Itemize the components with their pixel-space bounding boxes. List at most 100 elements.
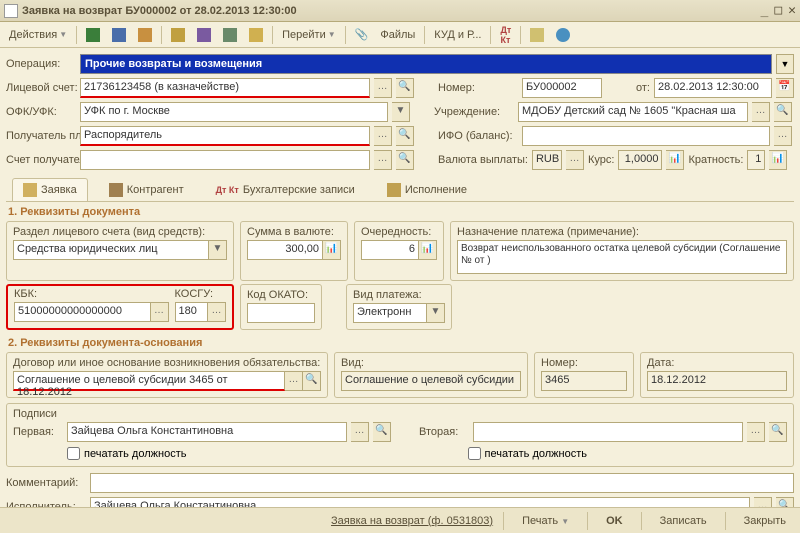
tabs: Заявка Контрагент Дт КтБухгалтерские зап…: [6, 176, 794, 202]
kosgu-select[interactable]: …: [208, 302, 226, 322]
payee-open[interactable]: 🔍: [396, 126, 414, 146]
okato-field[interactable]: [247, 303, 315, 323]
dtkt-icon[interactable]: ДтКт: [495, 22, 516, 48]
kbk-select[interactable]: …: [151, 302, 169, 322]
currency-field: RUB: [532, 150, 562, 170]
toolbar-icon-2[interactable]: [107, 25, 131, 45]
kbk-field[interactable]: 51000000000000000: [14, 302, 151, 322]
maximize-button[interactable]: □: [774, 3, 782, 18]
close-button[interactable]: ✕: [788, 3, 796, 18]
ofk-dropdown[interactable]: ▼: [392, 102, 410, 122]
account-field[interactable]: 21736123458 (в казначействе): [80, 78, 370, 98]
payee-field[interactable]: Распорядитель: [80, 126, 370, 146]
attach-icon[interactable]: 📎: [350, 25, 374, 44]
files-button[interactable]: Файлы: [375, 26, 420, 44]
payee-acc-label: Счет получателя:: [6, 155, 76, 166]
kosgu-field[interactable]: 180: [175, 302, 209, 322]
actions-menu[interactable]: Действия ▼: [4, 26, 72, 44]
tab-request[interactable]: Заявка: [12, 178, 88, 201]
kud-button[interactable]: КУД и Р...: [429, 26, 486, 44]
basis-select[interactable]: …: [285, 371, 303, 391]
toolbar-icon-6[interactable]: [218, 25, 242, 45]
print-pos2-checkbox[interactable]: [468, 447, 481, 460]
number-field[interactable]: БУ000002: [522, 78, 602, 98]
payee-select[interactable]: …: [374, 126, 392, 146]
signatures-title: Подписи: [13, 408, 787, 420]
print-button[interactable]: Печать ▼: [514, 512, 577, 530]
sum-field[interactable]: 300,00: [247, 240, 323, 260]
account-label: Лицевой счет:: [6, 82, 76, 94]
toolbar-icon-1[interactable]: [81, 25, 105, 45]
order-calc[interactable]: 📊: [419, 240, 437, 260]
minimize-button[interactable]: _: [761, 3, 769, 18]
sig1-select[interactable]: …: [351, 422, 369, 442]
ofk-field[interactable]: УФК по г. Москве: [80, 102, 388, 122]
toolbar-icon-4[interactable]: [166, 25, 190, 45]
sig2-select[interactable]: …: [747, 422, 765, 442]
tab-counterparty[interactable]: Контрагент: [98, 178, 195, 201]
operation-dropdown[interactable]: ▼: [776, 54, 794, 74]
section1-title: 1. Реквизиты документа: [8, 206, 794, 218]
account-select[interactable]: …: [374, 78, 392, 98]
basis-open[interactable]: 🔍: [303, 371, 321, 391]
currency-select[interactable]: …: [566, 150, 584, 170]
basis-label: Договор или иное основание возникновения…: [13, 357, 321, 369]
toolbar-icon-5[interactable]: [192, 25, 216, 45]
payee-acc-open[interactable]: 🔍: [396, 150, 414, 170]
payee-acc-field[interactable]: [80, 150, 370, 170]
mult-label: Кратность:: [688, 154, 743, 166]
sig1-field[interactable]: Зайцева Ольга Константиновна: [67, 422, 347, 442]
kind-field: Соглашение о целевой субсидии: [341, 371, 521, 391]
toolbar-icon-7[interactable]: [244, 25, 268, 45]
razdel-field[interactable]: Средства юридических лиц: [13, 240, 209, 260]
basis-num-label: Номер:: [541, 357, 627, 369]
section2-title: 2. Реквизиты документа-основания: [8, 337, 794, 349]
close-form-button[interactable]: Закрыть: [736, 512, 794, 530]
toolbar: Действия ▼ Перейти ▼ 📎 Файлы КУД и Р... …: [0, 22, 800, 48]
mult-field: 1: [747, 150, 765, 170]
ifo-select[interactable]: …: [774, 126, 792, 146]
purpose-field[interactable]: Возврат неиспользованного остатка целево…: [457, 240, 787, 274]
account-open[interactable]: 🔍: [396, 78, 414, 98]
tab-accounting[interactable]: Дт КтБухгалтерские записи: [205, 178, 366, 201]
org-select[interactable]: …: [752, 102, 770, 122]
ofk-label: ОФК/УФК:: [6, 106, 76, 118]
order-field[interactable]: 6: [361, 240, 419, 260]
go-menu[interactable]: Перейти ▼: [277, 26, 341, 44]
form-link[interactable]: Заявка на возврат (ф. 0531803): [331, 515, 493, 527]
toolbar-icon-8[interactable]: [525, 25, 549, 45]
date-field[interactable]: 28.02.2013 12:30:00: [654, 78, 772, 98]
org-field[interactable]: МДОБУ Детский сад № 1605 "Красная ша: [518, 102, 748, 122]
sig2-open[interactable]: 🔍: [769, 422, 787, 442]
rate-label: Курс:: [588, 154, 614, 166]
operation-field[interactable]: Прочие возвраты и возмещения: [80, 54, 772, 74]
payee-label: Получатель платежа:: [6, 131, 76, 142]
ok-button[interactable]: OK: [598, 512, 631, 530]
sum-calc[interactable]: 📊: [323, 240, 341, 260]
sig1-open[interactable]: 🔍: [373, 422, 391, 442]
org-open[interactable]: 🔍: [774, 102, 792, 122]
save-button[interactable]: Записать: [652, 512, 715, 530]
print-pos1-checkbox[interactable]: [67, 447, 80, 460]
paytype-dropdown[interactable]: ▼: [427, 303, 445, 323]
help-icon[interactable]: [551, 25, 575, 45]
comment-field[interactable]: [90, 473, 794, 493]
ifo-field[interactable]: [522, 126, 770, 146]
rate-calc[interactable]: 📊: [666, 150, 684, 170]
date-picker[interactable]: 📅: [776, 78, 794, 98]
purpose-label: Назначение платежа (примечание):: [457, 226, 787, 238]
payee-acc-select[interactable]: …: [374, 150, 392, 170]
sig1-label: Первая:: [13, 426, 63, 438]
razdel-dropdown[interactable]: ▼: [209, 240, 227, 260]
currency-label: Валюта выплаты:: [438, 154, 528, 166]
tab-execution[interactable]: Исполнение: [376, 178, 478, 201]
sig2-field[interactable]: [473, 422, 743, 442]
comment-label: Комментарий:: [6, 477, 86, 489]
rate-field: 1,0000: [618, 150, 662, 170]
basis-date-label: Дата:: [647, 357, 787, 369]
mult-calc[interactable]: 📊: [769, 150, 787, 170]
basis-field[interactable]: Соглашение о целевой субсидии 3465 от 18…: [13, 371, 285, 391]
paytype-field[interactable]: Электронн: [353, 303, 427, 323]
paytype-label: Вид платежа:: [353, 289, 445, 301]
toolbar-icon-3[interactable]: [133, 25, 157, 45]
